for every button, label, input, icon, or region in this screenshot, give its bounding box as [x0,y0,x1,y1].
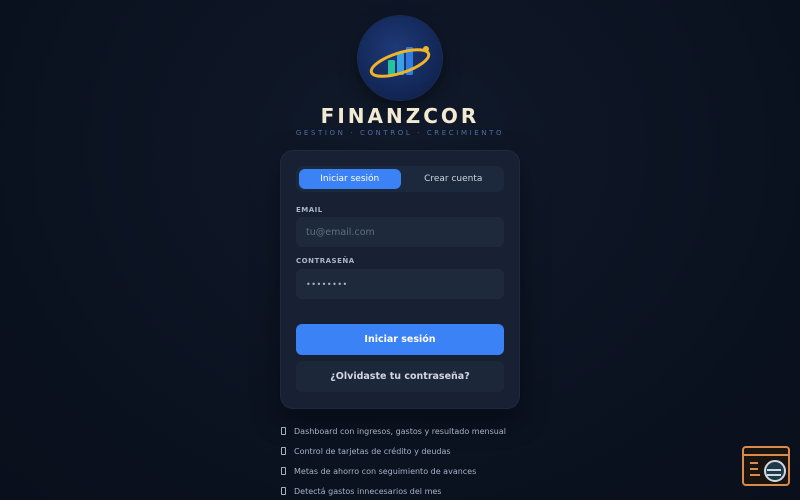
auth-tabs: Iniciar sesión Crear cuenta [296,166,504,192]
bar-chart-orbit-icon [369,46,431,78]
logo-icon [358,16,442,100]
auth-card: Iniciar sesión Crear cuenta EMAIL CONTRA… [281,151,519,408]
password-field[interactable]: •••••••• [296,269,504,299]
magnifier-icon [764,460,786,482]
login-button[interactable]: Iniciar sesión [296,324,504,355]
feature-text: Control de tarjetas de crédito y deudas [294,446,451,456]
feature-text: Detectá gastos innecesarios del mes [294,486,442,496]
list-item: Dashboard con ingresos, gastos y resulta… [281,421,506,441]
checkbox-icon [281,467,286,475]
login-page: FINANZCOR GESTION · CONTROL · CRECIMIENT… [0,0,800,500]
password-label: CONTRASEÑA [296,257,355,265]
checkbox-icon [281,427,286,435]
list-item: Control de tarjetas de crédito y deudas [281,441,506,461]
list-item: Metas de ahorro con seguimiento de avanc… [281,461,506,481]
forgot-password-button[interactable]: ¿Olvidaste tu contraseña? [296,361,504,392]
email-field[interactable] [296,217,504,247]
brand-tagline: GESTION · CONTROL · CRECIMIENTO [295,129,505,137]
tab-iniciar-sesion[interactable]: Iniciar sesión [299,169,401,189]
checkbox-icon [281,447,286,455]
feature-text: Metas de ahorro con seguimiento de avanc… [294,466,477,476]
email-label: EMAIL [296,206,323,214]
tab-crear-cuenta[interactable]: Crear cuenta [403,166,505,192]
checkbox-icon [281,487,286,495]
feature-list: Dashboard con ingresos, gastos y resulta… [281,421,506,500]
feature-text: Dashboard con ingresos, gastos y resulta… [294,426,506,436]
inspector-widget-icon[interactable] [742,446,790,486]
brand-name: FINANZCOR [320,104,480,128]
list-item: Detectá gastos innecesarios del mes [281,481,506,500]
